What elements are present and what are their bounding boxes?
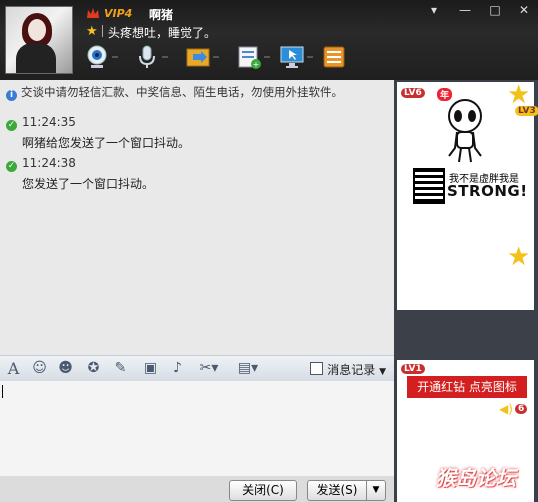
minimize-button[interactable]: — <box>456 3 474 17</box>
info-icon: i <box>6 90 17 101</box>
contact-list-icon[interactable]: + <box>236 44 262 70</box>
strong-sticker: 我不是虚胖我是 STRONG! <box>413 168 528 204</box>
toolbar-separator <box>213 56 219 58</box>
message-timestamp: ✓ 11:24:38 <box>6 156 76 172</box>
remote-assist-icon[interactable] <box>279 44 305 70</box>
watermark-url: BBS.HOUDAO.COM <box>442 487 525 496</box>
font-icon[interactable]: A <box>5 360 22 377</box>
message-history-button[interactable]: 消息记录 ▼ <box>310 361 386 378</box>
contact-signature: 头疼想吐，睡觉了。 <box>108 26 217 40</box>
star-icon: ★ <box>507 242 531 272</box>
security-notice-text: 交谈中请勿轻信汇款、中奖信息、陌生电话，勿使用外挂软件。 <box>21 85 343 99</box>
image-icon[interactable]: ▣ <box>142 360 159 377</box>
history-icon <box>310 362 324 375</box>
security-notice: i 交谈中请勿轻信汇款、中奖信息、陌生电话，勿使用外挂软件。 <box>6 84 343 101</box>
open-red-diamond-button[interactable]: 开通红钻 点亮图标 <box>407 376 527 398</box>
message-time-text: 11:24:38 <box>22 156 76 170</box>
microphone-icon[interactable] <box>134 44 160 70</box>
check-icon: ✓ <box>6 161 17 172</box>
side-panel: LV6 年 ★ LV3 我不是虚胖我是 STRONG! ★ LV1 开通红钻 点… <box>394 80 538 502</box>
scissors-icon[interactable]: ✂▾ <box>195 360 223 377</box>
close-window-button[interactable]: ✕ <box>515 3 533 17</box>
history-label: 消息记录 <box>327 363 376 377</box>
star-icon[interactable]: ★ <box>86 24 98 39</box>
briefcase-icon[interactable]: ▤▾ <box>233 360 263 377</box>
chevron-down-icon: ▼ <box>379 367 386 377</box>
apps-icon[interactable] <box>321 44 347 70</box>
show-panel-top[interactable]: LV6 年 ★ LV3 我不是虚胖我是 STRONG! ★ <box>397 80 538 310</box>
toolbar-separator <box>112 56 118 58</box>
message-time-text: 11:24:35 <box>22 115 76 129</box>
emoji-icon[interactable]: ☺ <box>31 360 48 377</box>
send-file-icon[interactable] <box>185 44 211 70</box>
vip-crown-icon <box>87 8 99 18</box>
strong-text: STRONG! <box>447 182 528 200</box>
toolbar-separator <box>264 56 270 58</box>
message-timestamp: ✓ 11:24:35 <box>6 115 76 131</box>
title-bar: VIP4 啊猪 ★ 头疼想吐，睡觉了。 ▾ — □ ✕ + <box>0 0 538 80</box>
check-icon: ✓ <box>6 120 17 131</box>
text-caret <box>2 385 3 398</box>
level-badge: LV1 <box>401 364 425 374</box>
message-text: 您发送了一个窗口抖动。 <box>22 177 155 191</box>
svg-text:+: + <box>253 60 260 69</box>
star-level-badge: LV3 <box>515 106 538 116</box>
menu-dropdown-button[interactable]: ▾ <box>425 3 443 17</box>
message-input[interactable] <box>0 381 394 476</box>
qr-code-icon <box>413 168 445 204</box>
avatar[interactable] <box>5 6 73 74</box>
webcam-icon[interactable] <box>84 44 110 70</box>
vip-badge[interactable]: VIP4 <box>104 7 132 20</box>
edit-icon[interactable]: ✎ <box>112 360 129 377</box>
close-button[interactable]: 关闭(C) <box>229 480 297 501</box>
music-icon[interactable]: ♪ <box>169 360 186 377</box>
alien-figure-icon <box>448 99 482 163</box>
level-badge: LV6 <box>401 88 425 98</box>
bottom-bar: 关闭(C) 发送(S) ▼ <box>0 476 394 502</box>
message-text: 啊猪给您发送了一个窗口抖动。 <box>22 136 191 150</box>
format-toolbar: A ☺ ☻ ✪ ✎ ▣ ♪ ✂▾ ▤▾ 消息记录 ▼ <box>0 355 394 382</box>
toolbar-separator <box>307 56 313 58</box>
maximize-button[interactable]: □ <box>486 3 504 17</box>
send-options-dropdown[interactable]: ▼ <box>366 480 386 501</box>
speaker-icon: ◀) <box>499 402 513 416</box>
send-button[interactable]: 发送(S) <box>307 480 367 501</box>
signature-divider <box>102 25 103 37</box>
chat-history[interactable]: i 交谈中请勿轻信汇款、中奖信息、陌生电话，勿使用外挂软件。 ✓ 11:24:35 … <box>0 80 394 355</box>
mask-icon[interactable]: ☻ <box>57 360 74 377</box>
magic-icon[interactable]: ✪ <box>85 360 102 377</box>
toolbar-separator <box>162 56 168 58</box>
count-badge: 6 <box>515 404 528 414</box>
contact-nickname: 啊猪 <box>149 8 174 22</box>
